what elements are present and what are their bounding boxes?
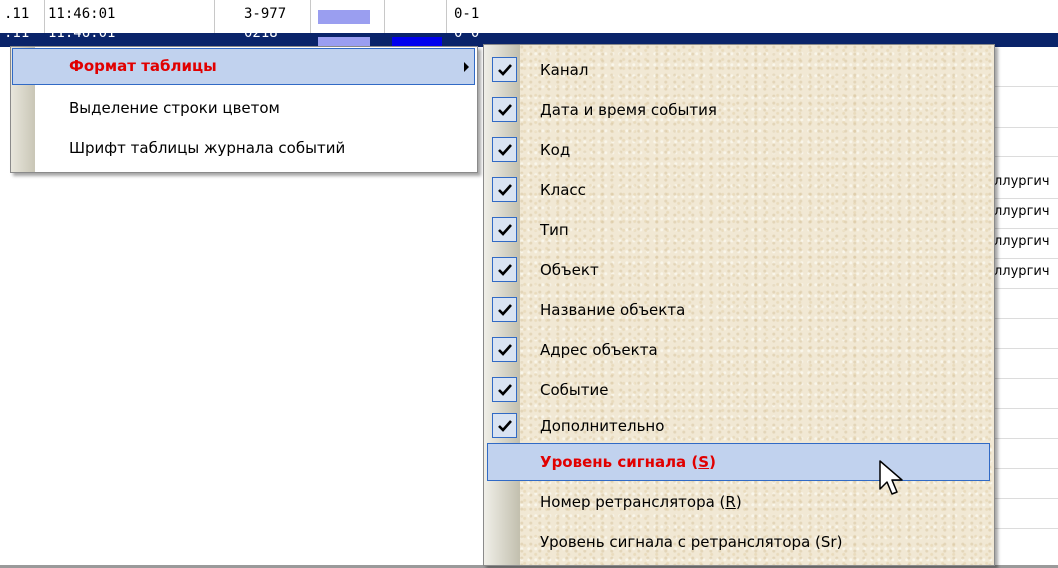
checkmark-icon xyxy=(492,257,517,282)
table-cell-code: 0218 xyxy=(244,33,278,41)
row-divider xyxy=(994,127,1058,128)
menu-item-code[interactable]: Код xyxy=(484,131,994,169)
checkmark-icon xyxy=(492,377,517,402)
mouse-pointer-icon xyxy=(878,459,908,503)
table-cell: .11 xyxy=(4,6,30,22)
checkmark-icon xyxy=(492,413,517,438)
table-cell-code: 3-977 xyxy=(244,6,287,22)
menu-item-additional[interactable]: Дополнительно xyxy=(484,407,994,445)
menu-item-label: Формат таблицы xyxy=(69,57,217,75)
row-divider xyxy=(994,408,1058,409)
chevron-right-icon xyxy=(464,62,469,72)
menu-item-label: Уровень сигнала с ретранслятора (Sr) xyxy=(540,533,843,551)
column-divider xyxy=(310,0,311,33)
row-divider xyxy=(994,228,1058,229)
row-divider xyxy=(994,198,1058,199)
menu-item-label: Название объекта xyxy=(540,301,686,319)
menu-item-event[interactable]: Событие xyxy=(484,371,994,409)
row-divider xyxy=(994,378,1058,379)
row-divider xyxy=(994,528,1058,529)
menu-item-table-font[interactable]: Шрифт таблицы журнала событий xyxy=(11,129,477,167)
table-cell-object-name: ллургич xyxy=(994,264,1050,279)
table-cell-object-name: ллургич xyxy=(994,234,1050,249)
menu-item-label: Событие xyxy=(540,381,609,399)
column-divider xyxy=(384,0,385,33)
checkmark-icon xyxy=(492,97,517,122)
table-cell-time: 11:46:01 xyxy=(48,6,116,22)
checkmark-icon xyxy=(492,217,517,242)
menu-item-type[interactable]: Тип xyxy=(484,211,994,249)
table-cell-channel: 0-1 xyxy=(454,6,480,22)
checkmark-icon xyxy=(492,137,517,162)
menu-item-label: Объект xyxy=(540,261,599,279)
menu-item-signal-level[interactable]: Уровень сигнала (S) xyxy=(484,443,994,481)
row-divider xyxy=(994,468,1058,469)
menu-item-label: Выделение строки цветом xyxy=(69,99,280,117)
menu-item-label: Шрифт таблицы журнала событий xyxy=(69,139,346,157)
menu-item-label: Адрес объекта xyxy=(540,341,658,359)
row-divider xyxy=(994,318,1058,319)
column-divider xyxy=(446,0,447,33)
menu-item-label: Номер ретранслятора (R) xyxy=(540,493,742,511)
menu-item-row-color[interactable]: Выделение строки цветом xyxy=(11,89,477,127)
row-divider xyxy=(994,258,1058,259)
table-cell-object-name: ллургич xyxy=(994,174,1050,189)
table-cell: .11 xyxy=(4,33,30,41)
menu-item-repeater-number[interactable]: Номер ретранслятора (R) xyxy=(484,483,994,521)
column-divider xyxy=(214,0,215,33)
menu-item-label: Тип xyxy=(540,221,569,239)
menu-item-label: Дополнительно xyxy=(540,417,665,435)
menu-item-label: Уровень сигнала (S) xyxy=(540,453,716,471)
row-divider xyxy=(994,86,1058,87)
menu-item-date-time[interactable]: Дата и время события xyxy=(484,91,994,129)
menu-item-label: Код xyxy=(540,141,571,159)
table-cell-channel: 0 0 xyxy=(454,33,480,41)
row-divider xyxy=(994,348,1058,349)
row-divider xyxy=(994,498,1058,499)
table-cell-object-name: ллургич xyxy=(994,204,1050,219)
row-divider xyxy=(994,288,1058,289)
menu-item-repeater-signal-level[interactable]: Уровень сигнала с ретранслятора (Sr) xyxy=(484,523,994,561)
menu-item-object-address[interactable]: Адрес объекта xyxy=(484,331,994,369)
color-swatch xyxy=(318,10,370,24)
column-divider xyxy=(44,0,45,33)
checkmark-icon xyxy=(492,57,517,82)
menu-item-channel[interactable]: Канал xyxy=(484,51,994,89)
context-menu: Формат таблицы Выделение строки цветом Ш… xyxy=(10,46,478,173)
table-cell-time: 11:46:01 xyxy=(48,33,116,41)
menu-item-label: Дата и время события xyxy=(540,101,717,119)
checkmark-icon xyxy=(492,297,517,322)
checkmark-icon xyxy=(492,177,517,202)
menu-item-label: Канал xyxy=(540,61,589,79)
row-divider xyxy=(994,438,1058,439)
menu-item-class[interactable]: Класс xyxy=(484,171,994,209)
row-divider xyxy=(994,156,1058,157)
checkmark-icon xyxy=(492,337,517,362)
menu-item-object[interactable]: Объект xyxy=(484,251,994,289)
menu-item-table-format[interactable]: Формат таблицы xyxy=(11,47,477,85)
table-format-submenu: Канал Дата и время события Код Класс Тип… xyxy=(483,44,995,566)
menu-item-object-name[interactable]: Название объекта xyxy=(484,291,994,329)
menu-item-label: Класс xyxy=(540,181,586,199)
table-row[interactable]: .11 11:46:01 3-977 0-1 xyxy=(0,0,1058,33)
